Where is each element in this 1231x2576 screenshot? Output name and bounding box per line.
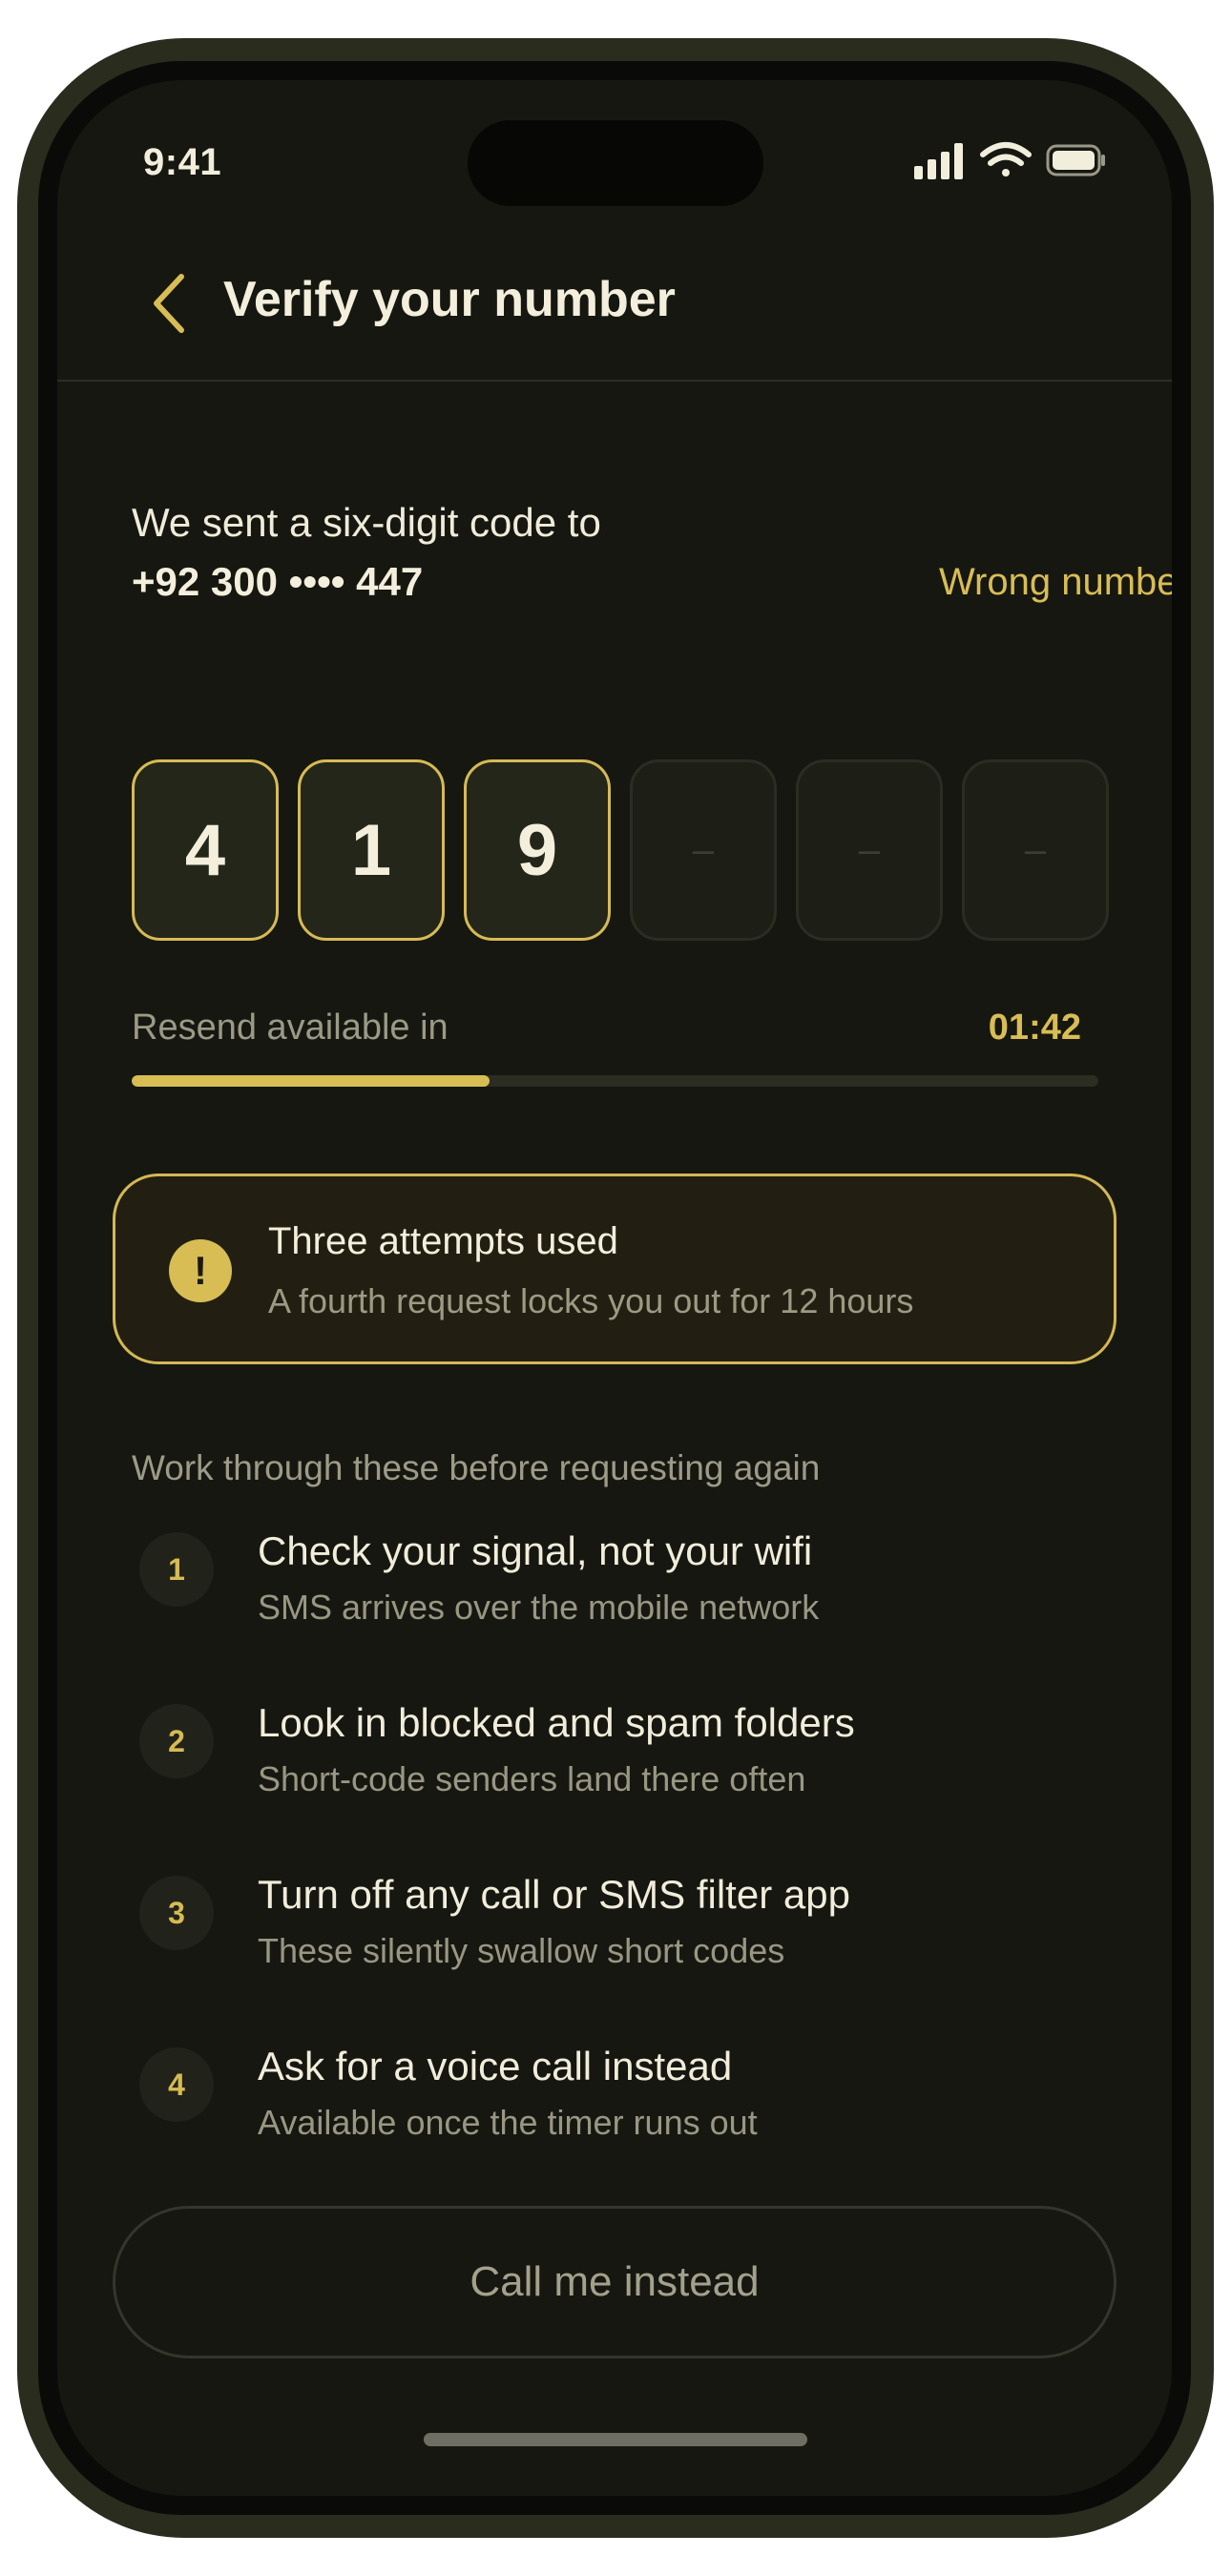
back-button[interactable]: [143, 265, 200, 342]
nav-bar: Verify your number: [57, 256, 1172, 382]
step-number-badge: 3: [139, 1876, 214, 1950]
tips-section-label: Work through these before requesting aga…: [132, 1448, 821, 1487]
warning-title: Three attempts used: [268, 1220, 618, 1262]
otp-digit-5[interactable]: –: [796, 759, 943, 941]
step-subtitle: Available once the timer runs out: [258, 2103, 758, 2142]
resend-timer: 01:42: [988, 1008, 1081, 1048]
otp-digit-value: 1: [350, 809, 392, 891]
chevron-left-icon: [154, 274, 184, 333]
step-number-badge: 1: [139, 1532, 214, 1607]
sent-code-text: We sent a six-digit code to: [132, 500, 601, 545]
resend-progress-fill: [132, 1075, 490, 1087]
resend-label: Resend available in: [132, 1008, 449, 1048]
wrong-number-link[interactable]: Wrong numbe: [939, 561, 1172, 604]
otp-digit-2[interactable]: 1: [298, 759, 445, 941]
step-title: Look in blocked and spam folders: [258, 1700, 855, 1745]
step-title: Ask for a voice call instead: [258, 2044, 733, 2088]
otp-digit-value: 9: [516, 809, 558, 891]
status-time: 9:41: [143, 141, 222, 183]
phone-number: +92 300 •••• 447: [132, 559, 424, 604]
status-icons: [914, 137, 1105, 185]
otp-placeholder: –: [858, 828, 881, 871]
home-indicator[interactable]: [424, 2433, 807, 2446]
otp-digit-1[interactable]: 4: [132, 759, 279, 941]
step-title: Check your signal, not your wifi: [258, 1528, 813, 1573]
call-me-instead-button[interactable]: Call me instead: [113, 2206, 1116, 2358]
battery-icon: [1046, 144, 1105, 177]
step-subtitle: These silently swallow short codes: [258, 1931, 785, 1970]
tip-step: 4 Ask for a voice call instead Available…: [57, 2044, 1172, 2187]
otp-digit-6[interactable]: –: [962, 759, 1109, 941]
wifi-icon: [980, 142, 1032, 177]
screen: 9:41 Verify your number We sent a six-di…: [57, 80, 1172, 2496]
otp-placeholder: –: [692, 828, 715, 871]
otp-digit-3[interactable]: 9: [464, 759, 611, 941]
otp-placeholder: –: [1024, 828, 1047, 871]
signal-icon: [914, 143, 963, 179]
exclamation-icon: !: [169, 1239, 232, 1302]
attempts-warning-card: ! Three attempts used A fourth request l…: [113, 1174, 1116, 1364]
tip-step: 3 Turn off any call or SMS filter app Th…: [57, 1872, 1172, 2015]
step-subtitle: SMS arrives over the mobile network: [258, 1588, 820, 1627]
step-number-badge: 4: [139, 2047, 214, 2122]
warning-subtitle: A fourth request locks you out for 12 ho…: [268, 1281, 914, 1320]
step-number-badge: 2: [139, 1704, 214, 1778]
step-title: Turn off any call or SMS filter app: [258, 1872, 850, 1917]
otp-digit-4[interactable]: –: [630, 759, 777, 941]
tip-step: 2 Look in blocked and spam folders Short…: [57, 1700, 1172, 1843]
dynamic-island: [468, 120, 763, 206]
tip-step: 1 Check your signal, not your wifi SMS a…: [57, 1528, 1172, 1672]
step-subtitle: Short-code senders land there often: [258, 1759, 806, 1798]
resend-progress-bar: [132, 1075, 1098, 1087]
otp-input-group: 4 1 9 – – –: [132, 759, 1115, 946]
page-title: Verify your number: [223, 272, 676, 327]
otp-digit-value: 4: [184, 809, 226, 891]
